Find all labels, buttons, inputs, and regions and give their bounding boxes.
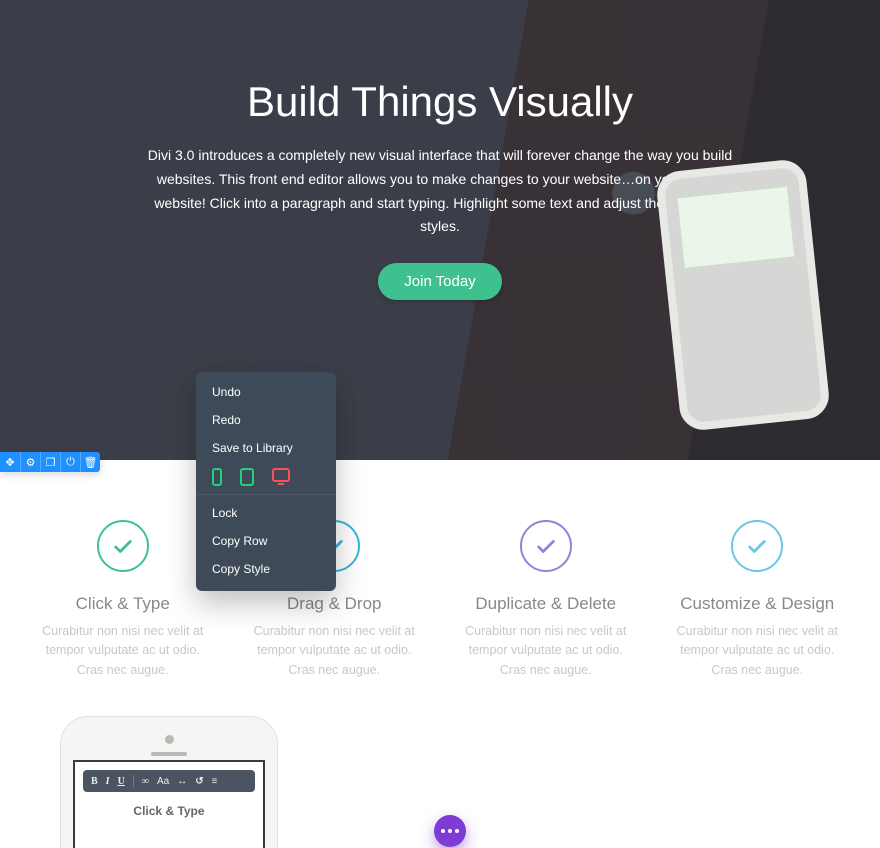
trash-icon[interactable]: 🗑: [80, 452, 100, 472]
feature-desc: Curabitur non nisi nec velit at tempor v…: [252, 622, 418, 680]
phone-mockup: B I U ∞ Aa ↔ ↺ ≡ Click & Type: [60, 716, 278, 848]
more-options-fab[interactable]: [434, 815, 466, 847]
feature-title: Drag & Drop: [252, 594, 418, 614]
context-menu-save[interactable]: Save to Library: [196, 434, 336, 462]
hero-phone-illustration: [655, 158, 831, 432]
hero-paragraph: Divi 3.0 introduces a completely new vis…: [140, 144, 740, 239]
font-icon[interactable]: Aa: [157, 776, 169, 787]
hero-title: Build Things Visually: [247, 78, 633, 126]
context-menu-redo[interactable]: Redo: [196, 406, 336, 434]
cta-button[interactable]: Join Today: [378, 263, 501, 300]
phone-camera-icon: [165, 735, 174, 744]
check-icon: [520, 520, 572, 572]
phone-speaker-icon: [151, 752, 187, 756]
feature-click-type: Click & Type Curabitur non nisi nec veli…: [40, 520, 206, 680]
bold-icon[interactable]: B: [91, 776, 98, 787]
divider: [133, 775, 134, 787]
context-menu-devices: [196, 462, 336, 490]
feature-desc: Curabitur non nisi nec velit at tempor v…: [40, 622, 206, 680]
move-icon[interactable]: ✥: [0, 452, 20, 472]
list-icon[interactable]: ≡: [212, 776, 218, 787]
context-menu-lock[interactable]: Lock: [196, 499, 336, 527]
device-tablet-icon[interactable]: [240, 468, 254, 486]
power-icon[interactable]: ⏻: [60, 452, 80, 472]
feature-desc: Curabitur non nisi nec velit at tempor v…: [675, 622, 841, 680]
device-desktop-icon[interactable]: [272, 468, 290, 482]
builder-toolbar: ✥ ⚙ ❐ ⏻ 🗑: [0, 452, 100, 472]
context-menu-copy-style[interactable]: Copy Style: [196, 555, 336, 583]
feature-duplicate-delete: Duplicate & Delete Curabitur non nisi ne…: [463, 520, 629, 680]
check-icon: [97, 520, 149, 572]
dot-icon: [448, 829, 452, 833]
phone-screen: B I U ∞ Aa ↔ ↺ ≡ Click & Type: [73, 760, 265, 848]
dot-icon: [455, 829, 459, 833]
link-icon[interactable]: ∞: [142, 776, 149, 787]
context-menu-copy-row[interactable]: Copy Row: [196, 527, 336, 555]
italic-icon[interactable]: I: [106, 776, 110, 787]
context-menu: Undo Redo Save to Library Lock Copy Row …: [196, 372, 336, 591]
context-menu-undo[interactable]: Undo: [196, 378, 336, 406]
phone-screen-heading: Click & Type: [83, 804, 255, 818]
device-phone-icon[interactable]: [212, 468, 222, 486]
duplicate-icon[interactable]: ❐: [40, 452, 60, 472]
feature-title: Customize & Design: [675, 594, 841, 614]
divider: [196, 494, 336, 495]
feature-title: Click & Type: [40, 594, 206, 614]
feature-desc: Curabitur non nisi nec velit at tempor v…: [463, 622, 629, 680]
feature-customize-design: Customize & Design Curabitur non nisi ne…: [675, 520, 841, 680]
features-row: Click & Type Curabitur non nisi nec veli…: [0, 460, 880, 680]
text-editor-toolbar: B I U ∞ Aa ↔ ↺ ≡: [83, 770, 255, 792]
hero-section: Build Things Visually Divi 3.0 introduce…: [0, 0, 880, 460]
undo-icon[interactable]: ↺: [195, 776, 203, 787]
arrows-icon[interactable]: ↔: [177, 776, 187, 787]
underline-icon[interactable]: U: [118, 776, 125, 787]
gear-icon[interactable]: ⚙: [20, 452, 40, 472]
dot-icon: [441, 829, 445, 833]
check-icon: [731, 520, 783, 572]
feature-title: Duplicate & Delete: [463, 594, 629, 614]
